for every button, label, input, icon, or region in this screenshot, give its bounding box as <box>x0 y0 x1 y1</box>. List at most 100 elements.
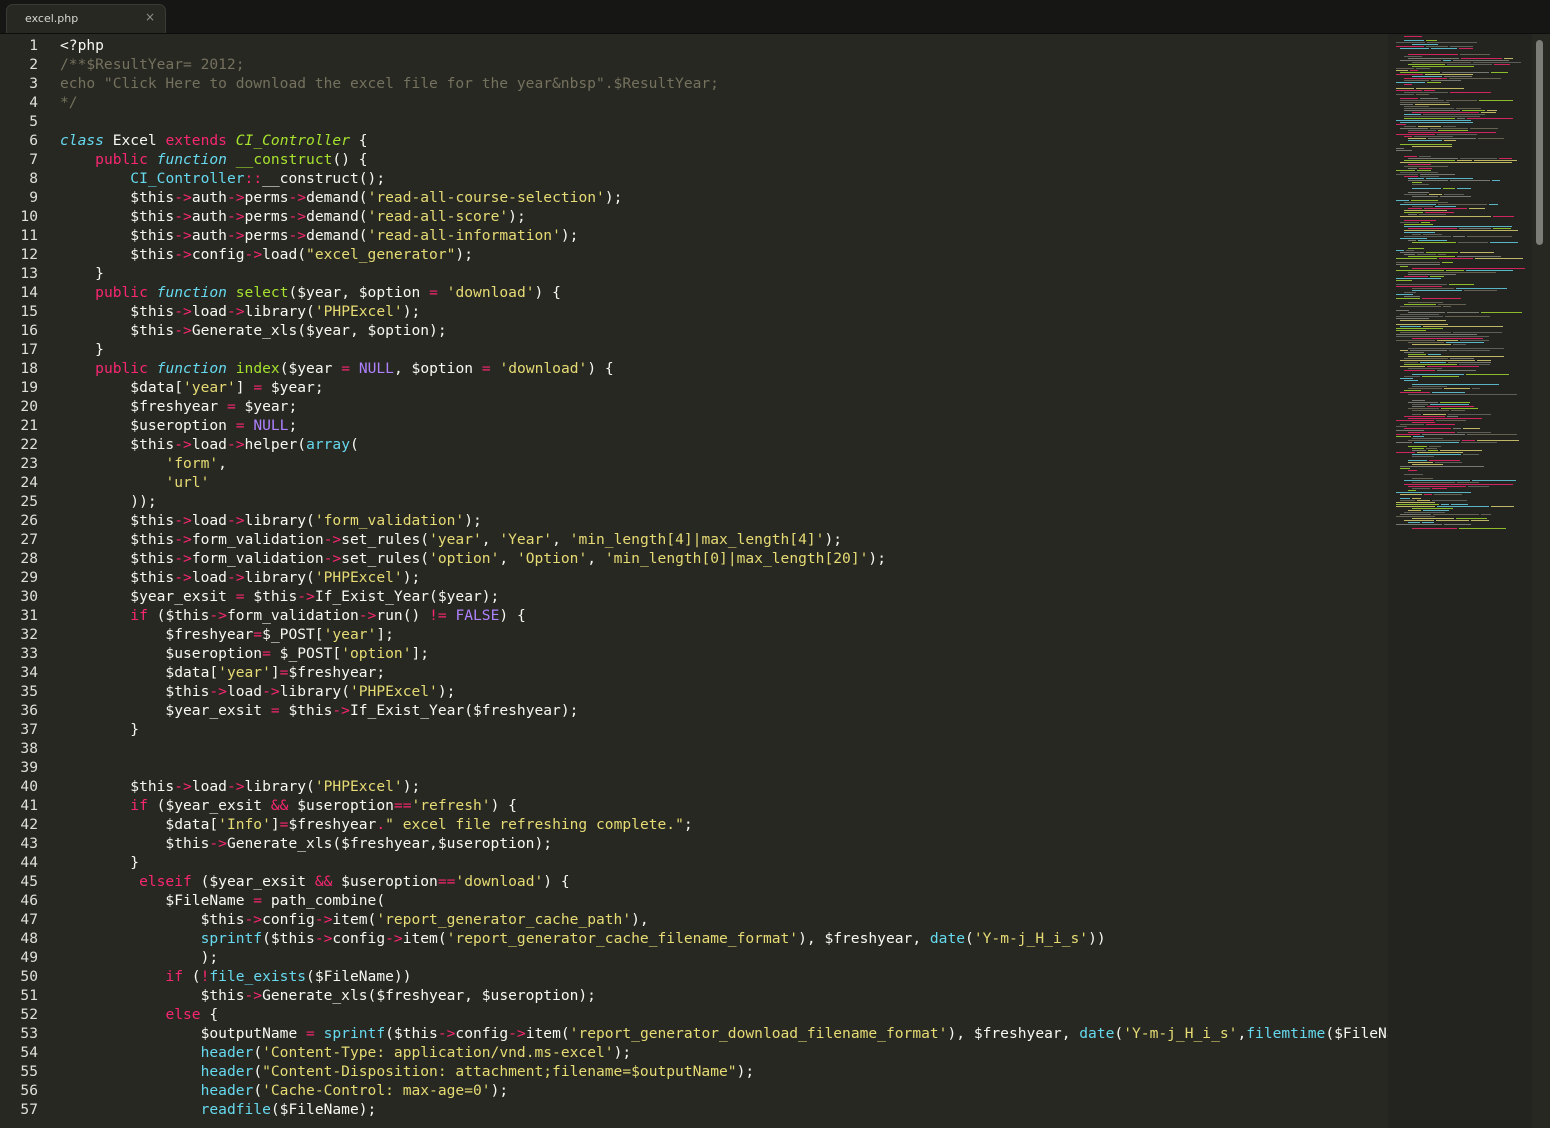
code-text[interactable]: $freshyear = $year; <box>60 397 297 416</box>
scrollbar-thumb[interactable] <box>1536 40 1543 245</box>
code-text[interactable]: $this->Generate_xls($freshyear, $useropt… <box>60 986 596 1005</box>
code-text[interactable]: public function select($year, $option = … <box>60 283 561 302</box>
code-line[interactable]: 26 $this->load->library('form_validation… <box>0 511 1390 530</box>
code-text[interactable]: $this->load->library('form_validation'); <box>60 511 482 530</box>
code-text[interactable]: public function index($year = NULL, $opt… <box>60 359 614 378</box>
code-text[interactable]: $useroption = NULL; <box>60 416 297 435</box>
code-text[interactable]: $data['Info']=$freshyear." excel file re… <box>60 815 692 834</box>
code-line[interactable]: 6 class Excel extends CI_Controller { <box>0 131 1390 150</box>
close-icon[interactable]: × <box>145 10 155 24</box>
code-line[interactable]: 45 elseif ($year_exsit && $useroption=='… <box>0 872 1390 891</box>
code-line[interactable]: 3 echo "Click Here to download the excel … <box>0 74 1390 93</box>
code-text[interactable]: $this->load->library('PHPExcel'); <box>60 777 420 796</box>
code-line[interactable]: 29 $this->load->library('PHPExcel'); <box>0 568 1390 587</box>
code-text[interactable]: } <box>60 340 104 359</box>
tab-excel-php[interactable]: excel.php × <box>6 4 166 33</box>
code-text[interactable]: $this->auth->perms->demand('read-all-inf… <box>60 226 578 245</box>
code-line[interactable]: 41 if ($year_exsit && $useroption=='refr… <box>0 796 1390 815</box>
code-line[interactable]: 16 $this->Generate_xls($year, $option); <box>0 321 1390 340</box>
code-text[interactable]: $data['year'] = $year; <box>60 378 323 397</box>
code-line[interactable]: 44 } <box>0 853 1390 872</box>
code-line[interactable]: 39 <box>0 758 1390 777</box>
code-line[interactable]: 30 $year_exsit = $this->If_Exist_Year($y… <box>0 587 1390 606</box>
code-text[interactable]: elseif ($year_exsit && $useroption=='dow… <box>60 872 570 891</box>
code-line[interactable]: 38 <box>0 739 1390 758</box>
code-line[interactable]: 35 $this->load->library('PHPExcel'); <box>0 682 1390 701</box>
code-line[interactable]: 5 <box>0 112 1390 131</box>
code-text[interactable]: } <box>60 264 104 283</box>
code-line[interactable]: 31 if ($this->form_validation->run() != … <box>0 606 1390 625</box>
code-text[interactable]: /**$ResultYear= 2012; <box>60 55 245 74</box>
code-text[interactable]: $data['year']=$freshyear; <box>60 663 385 682</box>
code-line[interactable]: 14 public function select($year, $option… <box>0 283 1390 302</box>
code-text[interactable]: $this->load->library('PHPExcel'); <box>60 682 455 701</box>
code-line[interactable]: 15 $this->load->library('PHPExcel'); <box>0 302 1390 321</box>
code-text[interactable]: $this->load->library('PHPExcel'); <box>60 568 420 587</box>
code-line[interactable]: 57 readfile($FileName); <box>0 1100 1390 1119</box>
code-line[interactable]: 55 header("Content-Disposition: attachme… <box>0 1062 1390 1081</box>
code-line[interactable]: 42 $data['Info']=$freshyear." excel file… <box>0 815 1390 834</box>
code-text[interactable]: $useroption= $_POST['option']; <box>60 644 429 663</box>
code-line[interactable]: 52 else { <box>0 1005 1390 1024</box>
code-text[interactable]: if ($year_exsit && $useroption=='refresh… <box>60 796 517 815</box>
code-line[interactable]: 43 $this->Generate_xls($freshyear,$usero… <box>0 834 1390 853</box>
code-line[interactable]: 19 $data['year'] = $year; <box>0 378 1390 397</box>
code-text[interactable]: } <box>60 853 139 872</box>
code-text[interactable]: )); <box>60 492 156 511</box>
code-line[interactable]: 11 $this->auth->perms->demand('read-all-… <box>0 226 1390 245</box>
code-text[interactable]: header('Cache-Control: max-age=0'); <box>60 1081 509 1100</box>
code-text[interactable]: readfile($FileName); <box>60 1100 377 1119</box>
vertical-scrollbar[interactable] <box>1532 34 1550 1128</box>
code-text[interactable]: public function __construct() { <box>60 150 367 169</box>
code-line[interactable]: 27 $this->form_validation->set_rules('ye… <box>0 530 1390 549</box>
code-line[interactable]: 34 $data['year']=$freshyear; <box>0 663 1390 682</box>
code-line[interactable]: 36 $year_exsit = $this->If_Exist_Year($f… <box>0 701 1390 720</box>
code-text[interactable]: CI_Controller::__construct(); <box>60 169 385 188</box>
code-line[interactable]: 56 header('Cache-Control: max-age=0'); <box>0 1081 1390 1100</box>
code-line[interactable]: 20 $freshyear = $year; <box>0 397 1390 416</box>
tab-title[interactable]: excel.php <box>25 12 78 25</box>
code-line[interactable]: 18 public function index($year = NULL, $… <box>0 359 1390 378</box>
code-text[interactable]: $this->Generate_xls($year, $option); <box>60 321 446 340</box>
code-text[interactable]: sprintf($this->config->item('report_gene… <box>60 929 1106 948</box>
code-text[interactable]: $this->form_validation->set_rules('optio… <box>60 549 886 568</box>
code-text[interactable]: $this->config->item('report_generator_ca… <box>60 910 649 929</box>
code-text[interactable]: header('Content-Type: application/vnd.ms… <box>60 1043 632 1062</box>
code-line[interactable]: 24 'url' <box>0 473 1390 492</box>
code-line[interactable]: 53 $outputName = sprintf($this->config->… <box>0 1024 1390 1043</box>
code-text[interactable]: else { <box>60 1005 218 1024</box>
code-text[interactable]: $year_exsit = $this->If_Exist_Year($year… <box>60 587 499 606</box>
code-line[interactable]: 22 $this->load->helper(array( <box>0 435 1390 454</box>
code-text[interactable]: echo "Click Here to download the excel f… <box>60 74 719 93</box>
code-text[interactable]: if (!file_exists($FileName)) <box>60 967 411 986</box>
code-line[interactable]: 12 $this->config->load("excel_generator"… <box>0 245 1390 264</box>
code-text[interactable]: $this->load->library('PHPExcel'); <box>60 302 420 321</box>
code-text[interactable]: header("Content-Disposition: attachment;… <box>60 1062 755 1081</box>
code-text[interactable]: $FileName = path_combine( <box>60 891 385 910</box>
code-text[interactable]: 'url' <box>60 473 209 492</box>
code-line[interactable]: 7 public function __construct() { <box>0 150 1390 169</box>
code-line[interactable]: 49 ); <box>0 948 1390 967</box>
code-text[interactable]: 'form', <box>60 454 227 473</box>
code-line[interactable]: 4 */ <box>0 93 1390 112</box>
code-text[interactable]: */ <box>60 93 78 112</box>
code-text[interactable]: <?php <box>60 36 104 55</box>
code-line[interactable]: 37 } <box>0 720 1390 739</box>
code-text[interactable]: $this->auth->perms->demand('read-all-cou… <box>60 188 622 207</box>
code-line[interactable]: 50 if (!file_exists($FileName)) <box>0 967 1390 986</box>
code-text[interactable]: $outputName = sprintf($this->config->ite… <box>60 1024 1390 1043</box>
code-line[interactable]: 48 sprintf($this->config->item('report_g… <box>0 929 1390 948</box>
code-text[interactable]: ); <box>60 948 219 967</box>
code-line[interactable]: 47 $this->config->item('report_generator… <box>0 910 1390 929</box>
code-line[interactable]: 33 $useroption= $_POST['option']; <box>0 644 1390 663</box>
code-line[interactable]: 25 )); <box>0 492 1390 511</box>
code-text[interactable]: $year_exsit = $this->If_Exist_Year($fres… <box>60 701 578 720</box>
code-line[interactable]: 28 $this->form_validation->set_rules('op… <box>0 549 1390 568</box>
code-line[interactable]: 46 $FileName = path_combine( <box>0 891 1390 910</box>
code-line[interactable]: 40 $this->load->library('PHPExcel'); <box>0 777 1390 796</box>
code-line[interactable]: 23 'form', <box>0 454 1390 473</box>
code-line[interactable]: 32 $freshyear=$_POST['year']; <box>0 625 1390 644</box>
code-text[interactable]: $this->Generate_xls($freshyear,$useropti… <box>60 834 552 853</box>
code-text[interactable]: $this->config->load("excel_generator"); <box>60 245 473 264</box>
code-line[interactable]: 1 <?php <box>0 36 1390 55</box>
